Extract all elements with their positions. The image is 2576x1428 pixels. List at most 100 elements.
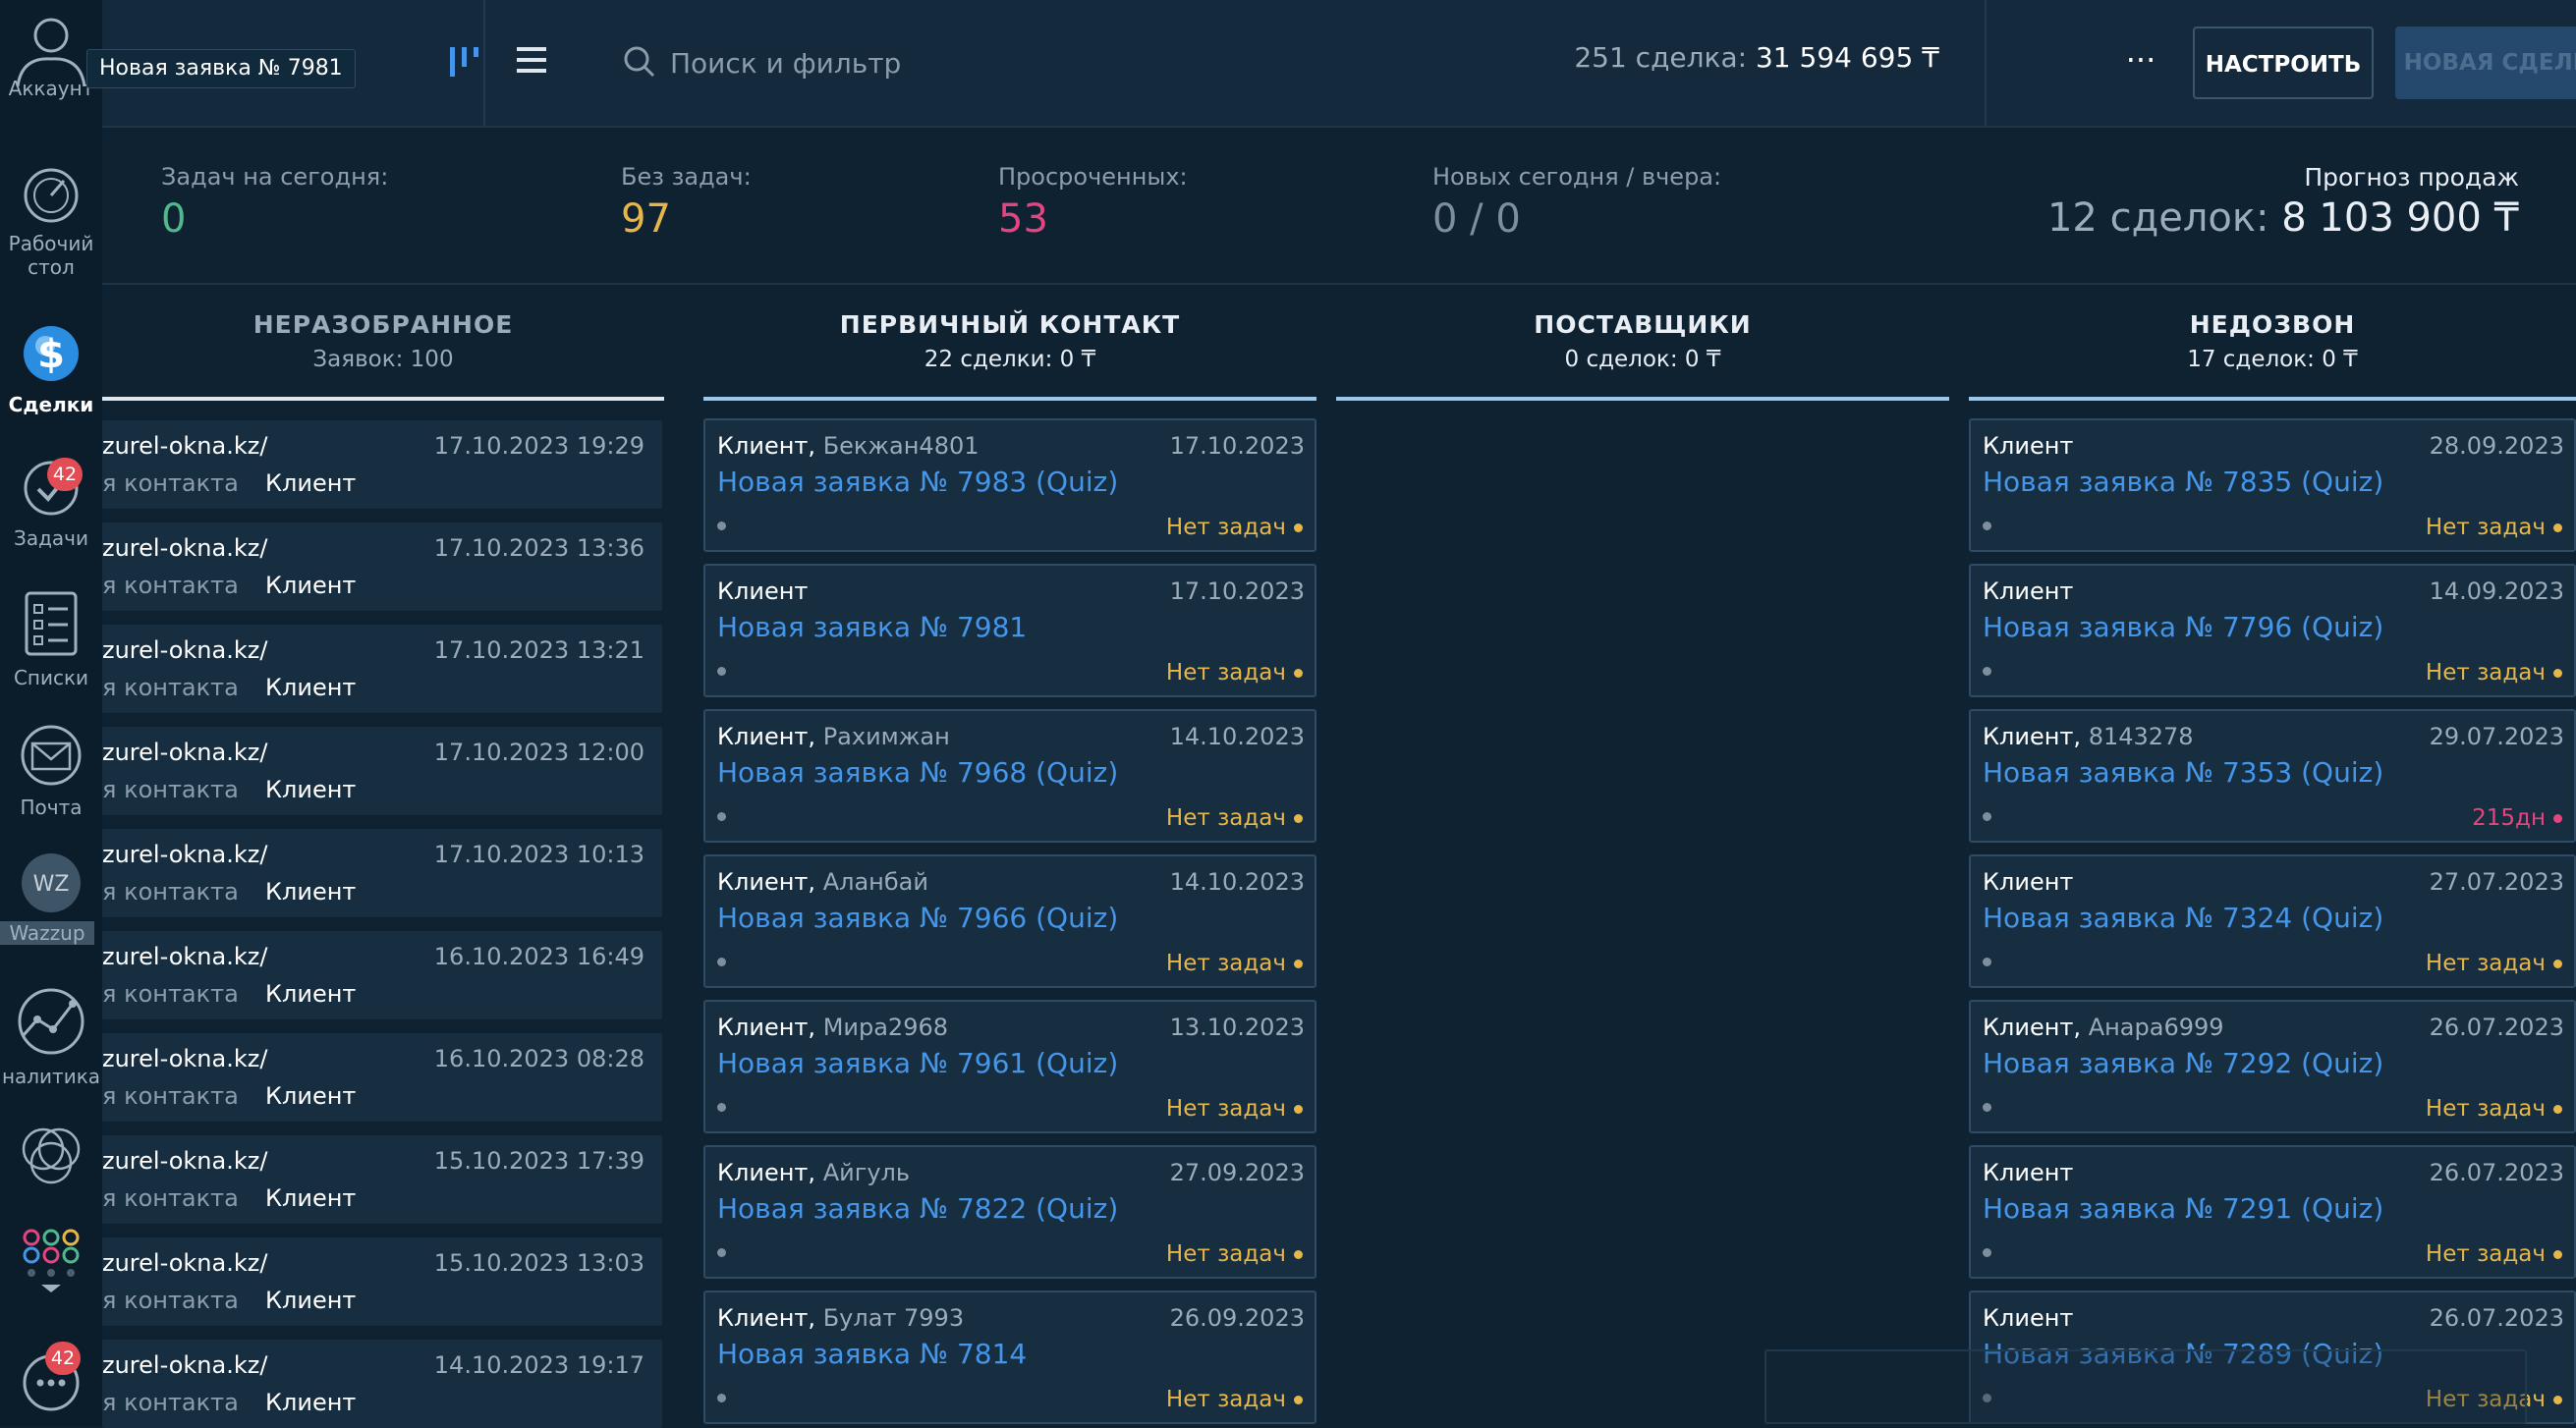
lead-date: 15.10.2023 13:03	[433, 1249, 644, 1277]
lead-card[interactable]: zurel-okna.kz/я контакта Клиент 15.10.2023…	[102, 1135, 662, 1224]
card-title-link[interactable]: Новая заявка № 7292 (Quiz)	[1983, 1047, 2383, 1079]
card-title-link[interactable]: Новая заявка № 7835 (Quiz)	[1983, 466, 2383, 498]
column-divider	[102, 397, 664, 401]
left-sidebar: Аккаунт Рабочий стол $ Сделки 42 Задачи	[0, 0, 102, 1426]
forecast-count: 12 сделок:	[2046, 195, 2269, 241]
pipeline-view-icon[interactable]	[448, 45, 481, 79]
card-title-link[interactable]: Новая заявка № 7353 (Quiz)	[1983, 756, 2383, 789]
lead-card[interactable]: zurel-okna.kz/я контакта Клиент 14.10.2023…	[102, 1340, 662, 1428]
column-header-suppliers[interactable]: ПОСТАВЩИКИ 0 сделок: 0 ₸	[1336, 310, 1949, 372]
horizontal-scroll-overview[interactable]	[1764, 1349, 2527, 1424]
card-dot	[717, 1103, 726, 1112]
card-contact-name: Анара6999	[2088, 1014, 2224, 1041]
deal-card[interactable]: Клиент, Айгуль 27.09.2023 Новая заявка № 7…	[703, 1145, 1316, 1279]
search-input[interactable]	[668, 37, 1556, 88]
card-contact-name: Бекжан4801	[822, 432, 980, 460]
sales-forecast: Прогноз продаж 12 сделок: 8 103 900 ₸	[2047, 163, 2519, 241]
card-status: Нет задач	[1165, 805, 1286, 831]
card-title-link[interactable]: Новая заявка № 7324 (Quiz)	[1983, 902, 2383, 934]
column-header-unsorted[interactable]: НЕРАЗОБРАННОЕ Заявок: 100	[102, 310, 664, 372]
deal-card[interactable]: Клиент, Рахимжан 14.10.2023 Новая заявка №…	[703, 709, 1316, 843]
deal-card[interactable]: Клиент 28.09.2023 Новая заявка № 7835 (Qu…	[1969, 418, 2576, 552]
deal-card[interactable]: Клиент, Мира2968 13.10.2023 Новая заявка №…	[703, 1000, 1316, 1133]
deal-card[interactable]: Клиент 26.07.2023 Новая заявка № 7291 (Qu…	[1969, 1145, 2576, 1279]
deal-card[interactable]: Клиент, Булат 7993 26.09.2023 Новая заявка…	[703, 1291, 1316, 1424]
column-subtitle: 17 сделок: 0 ₸	[2187, 347, 2358, 372]
lead-card[interactable]: zurel-okna.kz/я контакта Клиент 17.10.2023…	[102, 727, 662, 815]
sidebar-item-mail[interactable]: Почта	[0, 723, 102, 819]
card-client: Клиент,	[717, 1159, 816, 1186]
sidebar-item-dashboard[interactable]: Рабочий стол	[0, 163, 102, 279]
stat-no-tasks[interactable]: Без задач: 97	[621, 163, 752, 242]
deal-card[interactable]: Клиент 17.10.2023 Новая заявка № 7981 Нет …	[703, 564, 1316, 697]
card-title-link[interactable]: Новая заявка № 7291 (Quiz)	[1983, 1192, 2383, 1225]
stat-overdue[interactable]: Просроченных: 53	[998, 163, 1188, 242]
card-status: Нет задач	[2425, 1096, 2546, 1122]
card-client: Клиент	[1983, 868, 2074, 896]
stat-value: 0 / 0	[1432, 196, 1521, 242]
deal-card[interactable]: Клиент, Анара6999 26.07.2023 Новая заявка …	[1969, 1000, 2576, 1133]
lead-client: Клиент	[265, 572, 357, 599]
card-title-link[interactable]: Новая заявка № 7968 (Quiz)	[717, 756, 1118, 789]
integrations-icon	[22, 1127, 81, 1184]
sidebar-item-deals[interactable]: $ Сделки	[0, 316, 102, 416]
lead-contact: я контакта	[102, 878, 239, 906]
sidebar-item-wazzup[interactable]: WZ Wazzup	[0, 851, 102, 945]
settings-button[interactable]: НАСТРОИТЬ	[2193, 27, 2374, 99]
stat-label: Задач на сегодня:	[161, 163, 389, 191]
card-title-link[interactable]: Новая заявка № 7822 (Quiz)	[717, 1192, 1118, 1225]
lead-card[interactable]: zurel-okna.kz/я контакта Клиент 17.10.2023…	[102, 420, 662, 509]
stat-value: 97	[621, 196, 671, 242]
card-title-link[interactable]: Новая заявка № 7961 (Quiz)	[717, 1047, 1118, 1079]
deal-card[interactable]: Клиент, 8143278 29.07.2023 Новая заявка № …	[1969, 709, 2576, 843]
stat-new[interactable]: Новых сегодня / вчера: 0 / 0	[1432, 163, 1721, 242]
wazzup-icon: WZ	[22, 853, 81, 912]
lead-contact: я контакта	[102, 1082, 239, 1110]
sidebar-item-analytics[interactable]: налитика	[0, 986, 102, 1088]
card-title-link[interactable]: Новая заявка № 7981	[717, 611, 1027, 643]
column-header-primary-contact[interactable]: ПЕРВИЧНЫЙ КОНТАКТ 22 сделки: 0 ₸	[703, 310, 1316, 372]
lead-card[interactable]: zurel-okna.kz/я контакта Клиент 17.10.2023…	[102, 522, 662, 611]
card-client: Клиент,	[717, 1014, 816, 1041]
sidebar-item-more-apps[interactable]	[0, 1226, 102, 1300]
lead-card[interactable]: zurel-okna.kz/я контакта Клиент 17.10.2023…	[102, 829, 662, 917]
sidebar-item-chats[interactable]: 42	[0, 1342, 102, 1416]
sidebar-item-label: Списки	[13, 666, 89, 689]
sidebar-item-integrations[interactable]	[0, 1120, 102, 1194]
deal-card[interactable]: Клиент, Аланбай 14.10.2023 Новая заявка № …	[703, 854, 1316, 988]
stat-today[interactable]: Задач на сегодня: 0	[161, 163, 388, 242]
lead-card[interactable]: zurel-okna.kz/я контакта Клиент 16.10.2023…	[102, 1033, 662, 1122]
card-contact-name: Рахимжан	[822, 723, 950, 750]
column-divider	[703, 397, 1316, 401]
lead-source: zurel-okna.kz/	[102, 534, 268, 562]
lead-source: zurel-okna.kz/	[102, 1147, 268, 1175]
sidebar-item-tasks[interactable]: 42 Задачи	[0, 458, 102, 550]
menu-icon[interactable]	[515, 43, 548, 77]
column-title: ПЕРВИЧНЫЙ КОНТАКТ	[839, 310, 1181, 339]
column-header-missed-call[interactable]: НЕДОЗВОН 17 сделок: 0 ₸	[1969, 310, 2576, 372]
lead-client: Клиент	[265, 1184, 357, 1212]
card-title-link[interactable]: Новая заявка № 7814	[717, 1338, 1027, 1370]
card-title-link[interactable]: Новая заявка № 7983 (Quiz)	[717, 466, 1118, 498]
card-title-link[interactable]: Новая заявка № 7966 (Quiz)	[717, 902, 1118, 934]
lead-date: 17.10.2023 13:21	[433, 636, 644, 664]
card-title-link[interactable]: Новая заявка № 7796 (Quiz)	[1983, 611, 2383, 643]
lead-card[interactable]: zurel-okna.kz/я контакта Клиент 15.10.2023…	[102, 1237, 662, 1326]
deal-card[interactable]: Клиент 27.07.2023 Новая заявка № 7324 (Qu…	[1969, 854, 2576, 988]
lead-contact: я контакта	[102, 572, 239, 599]
lead-card[interactable]: zurel-okna.kz/я контакта Клиент 16.10.2023…	[102, 931, 662, 1019]
lead-date: 17.10.2023 10:13	[433, 841, 644, 868]
sidebar-item-lists[interactable]: Списки	[0, 587, 102, 689]
lead-card[interactable]: zurel-okna.kz/я контакта Клиент 17.10.2023…	[102, 625, 662, 713]
card-client: Клиент,	[1983, 1014, 2082, 1041]
forecast-sum: 8 103 900 ₸	[2281, 195, 2519, 241]
new-deal-button[interactable]: НОВАЯ СДЕЛКА	[2395, 27, 2576, 99]
card-contact-name: 8143278	[2088, 723, 2194, 750]
stat-label: Новых сегодня / вчера:	[1432, 163, 1722, 191]
status-dot	[2553, 1396, 2562, 1404]
card-client: Клиент,	[717, 868, 816, 896]
deal-card[interactable]: Клиент, Бекжан4801 17.10.2023 Новая заявка…	[703, 418, 1316, 552]
more-options-button[interactable]: ···	[2116, 39, 2165, 88]
deal-card[interactable]: Клиент 14.09.2023 Новая заявка № 7796 (Qu…	[1969, 564, 2576, 697]
card-client: Клиент,	[717, 1304, 816, 1332]
